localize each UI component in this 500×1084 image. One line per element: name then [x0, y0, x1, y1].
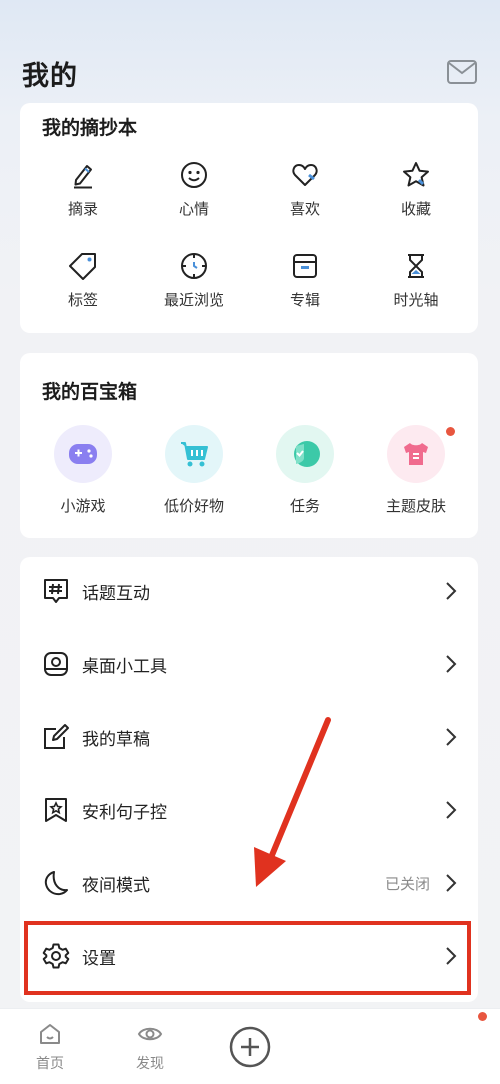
notebook-card: 我的摘抄本 摘录 心情 喜欢 收藏 标签 最近浏览 专辑 时光轴	[20, 103, 478, 333]
pencil-icon	[74, 165, 92, 189]
menu-item-label: 话题互动	[82, 583, 150, 604]
notebook-item-label: 最近浏览	[163, 291, 224, 309]
bottom-navigation: 首页 发现	[0, 1008, 500, 1084]
add-post-button[interactable]	[228, 1025, 272, 1069]
annotation-arrow	[254, 717, 331, 887]
menu-item-label: 桌面小工具	[82, 656, 167, 677]
toolbox-item-themes[interactable]: 主题皮肤	[361, 425, 471, 516]
eye-icon	[137, 1027, 163, 1041]
chevron-right-icon	[446, 874, 457, 892]
home-icon	[40, 1024, 60, 1044]
nav-discover[interactable]: 发现	[120, 1021, 180, 1073]
notebook-item-label: 标签	[67, 291, 98, 309]
toolbox-item-label: 低价好物	[163, 497, 224, 515]
new-badge-dot	[446, 427, 455, 436]
smiley-icon	[181, 162, 207, 188]
tshirt-icon	[404, 443, 428, 465]
bookmark-star-icon	[45, 798, 67, 822]
moon-icon	[44, 871, 68, 896]
recent-clock-icon	[181, 253, 207, 279]
settings-highlight-box	[24, 921, 471, 995]
gamepad-icon	[69, 444, 97, 464]
notebook-item-album[interactable]: 专辑	[250, 251, 360, 310]
toolbox-card: 我的百宝箱 小游戏 低价好物 任务 主题皮肤	[20, 353, 478, 538]
notebook-title: 我的摘抄本	[42, 117, 138, 139]
notebook-item-label: 喜欢	[289, 200, 320, 218]
nav-home-label: 首页	[36, 1056, 64, 1072]
notebook-item-tag[interactable]: 标签	[28, 251, 138, 310]
menu-item-label: 我的草稿	[82, 729, 150, 750]
toolbox-item-mini-games[interactable]: 小游戏	[28, 425, 138, 516]
heart-icon	[292, 164, 318, 186]
nav-home[interactable]: 首页	[20, 1021, 80, 1073]
chevron-right-icon	[446, 655, 457, 673]
menu-item-desktop-widgets[interactable]: 桌面小工具	[20, 636, 478, 692]
menu-item-topic-interaction[interactable]: 话题互动	[20, 563, 478, 619]
task-shield-icon	[294, 441, 320, 467]
toolbox-item-deals[interactable]: 低价好物	[139, 425, 249, 516]
notebook-item-label: 时光轴	[393, 291, 439, 309]
notebook-item-excerpt[interactable]: 摘录	[28, 160, 138, 219]
hourglass-icon	[408, 254, 424, 278]
night-mode-status: 已关闭	[384, 874, 430, 893]
toolbox-item-label: 任务	[289, 497, 320, 515]
notebook-item-label: 专辑	[289, 291, 320, 309]
mail-icon[interactable]	[446, 58, 478, 86]
chevron-right-icon	[446, 728, 457, 746]
menu-item-label: 夜间模式	[82, 875, 150, 896]
toolbox-title: 我的百宝箱	[42, 381, 138, 403]
toolbox-item-label: 主题皮肤	[385, 497, 446, 515]
notebook-item-timeline[interactable]: 时光轴	[361, 251, 471, 310]
star-icon	[403, 162, 429, 187]
toolbox-item-label: 小游戏	[60, 497, 106, 515]
notebook-item-label: 心情	[178, 200, 209, 218]
tag-icon	[69, 253, 96, 280]
page-title: 我的	[22, 61, 78, 92]
draft-edit-icon	[44, 724, 69, 749]
widget-icon	[44, 652, 68, 676]
chevron-right-icon	[446, 582, 457, 600]
notebook-item-label: 收藏	[400, 200, 431, 218]
hashtag-icon	[44, 579, 68, 603]
shopping-cart-icon	[181, 442, 208, 467]
toolbox-item-tasks[interactable]: 任务	[250, 425, 360, 516]
notebook-item-recent[interactable]: 最近浏览	[139, 251, 249, 310]
chevron-right-icon	[446, 801, 457, 819]
menu-item-label: 安利句子控	[82, 802, 167, 823]
notebook-item-collect[interactable]: 收藏	[361, 160, 471, 219]
notification-dot	[478, 1012, 487, 1021]
notebook-item-label: 摘录	[67, 200, 98, 218]
notebook-item-like[interactable]: 喜欢	[250, 160, 360, 219]
notebook-item-mood[interactable]: 心情	[139, 160, 249, 219]
album-box-icon	[293, 254, 317, 278]
nav-discover-label: 发现	[136, 1056, 164, 1072]
